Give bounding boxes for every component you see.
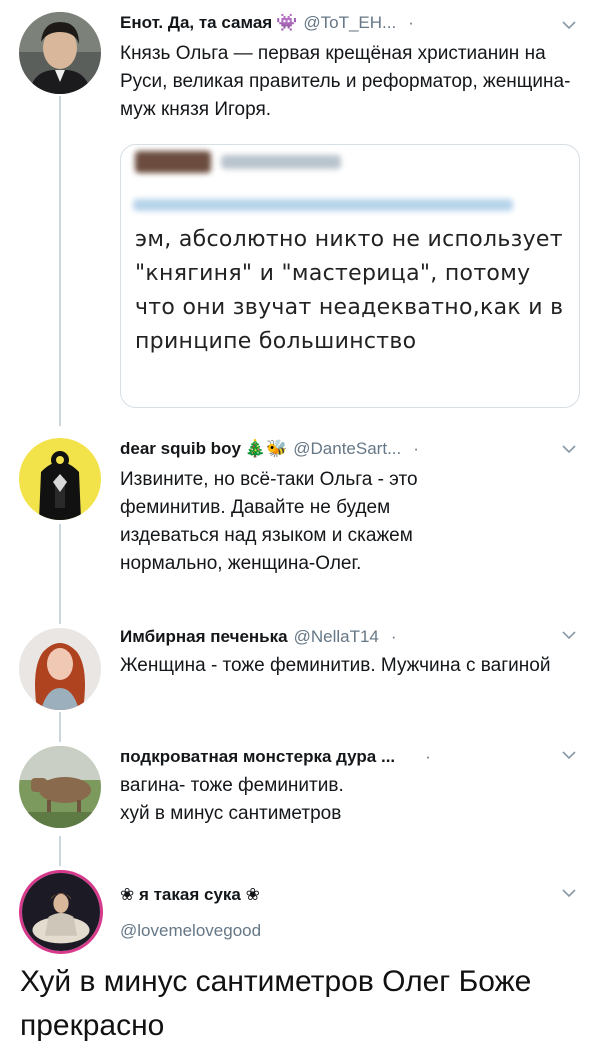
avatar[interactable]: [19, 628, 101, 710]
chevron-down-icon[interactable]: [562, 888, 576, 898]
separator-dot: ·: [413, 439, 419, 458]
tweet-header: Имбирная печенька @NellaT14 ·: [120, 624, 578, 650]
quoted-tweet[interactable]: эм, абсолютно никто не использует "княги…: [120, 144, 580, 408]
tweet[interactable]: dear squib boy 🎄🐝 @DanteSart... · Извини…: [0, 432, 598, 602]
user-handle[interactable]: @NellaT14: [294, 627, 379, 647]
tweet[interactable]: Енот. Да, та самая 👾 @ToT_EH... · Князь …: [0, 6, 598, 408]
avatar[interactable]: [19, 12, 101, 94]
reply-text: Хуй в минус сантиметров Олег Боже прекра…: [20, 965, 532, 1042]
chevron-down-icon[interactable]: [562, 630, 576, 640]
display-name[interactable]: Енот. Да, та самая: [120, 13, 272, 33]
display-name[interactable]: подкроватная монстерка дура ...: [120, 747, 395, 767]
tweet-header: Енот. Да, та самая 👾 @ToT_EH... ·: [120, 10, 578, 36]
display-name[interactable]: dear squib boy: [120, 439, 241, 459]
redacted-line: [133, 199, 513, 211]
avatar-image: [19, 628, 101, 710]
user-handle[interactable]: @ToT_EH...: [303, 13, 396, 33]
tweet[interactable]: подкроватная монстерка дура ... · вагина…: [0, 742, 598, 842]
alien-emoji: 👾: [276, 13, 298, 32]
tweet-text: Князь Ольга — первая крещёная христианин…: [120, 43, 571, 120]
tree-bee-emoji: 🎄🐝: [244, 439, 288, 458]
avatar-image: [19, 438, 101, 520]
avatar[interactable]: [19, 746, 101, 828]
tweet-header: ❀ я такая сука ❀: [120, 882, 578, 908]
separator-dot: ·: [390, 627, 397, 646]
user-handle[interactable]: @DanteSart...: [293, 439, 401, 459]
quoted-text: эм, абсолютно никто не использует "княги…: [135, 227, 564, 354]
tweet-text: Женщина - тоже феминитив. Мужчина с ваги…: [120, 655, 551, 676]
separator-dot: ·: [408, 13, 414, 32]
avatar-image: [22, 873, 100, 951]
redacted-name: [221, 155, 341, 169]
display-name[interactable]: Имбирная печенька: [120, 627, 288, 647]
avatar-image: [19, 746, 101, 828]
avatar[interactable]: [19, 438, 101, 520]
user-handle[interactable]: @lovemelovegood: [120, 921, 261, 941]
handle-row: @lovemelovegood: [120, 918, 578, 944]
tweet-text: вагина- тоже феминитив. хуй в минус сант…: [120, 775, 344, 824]
avatar-image: [19, 12, 101, 94]
chevron-down-icon[interactable]: [562, 444, 576, 454]
display-name[interactable]: ❀ я такая сука ❀: [120, 885, 260, 905]
chevron-down-icon[interactable]: [562, 750, 576, 760]
redacted-avatar: [135, 151, 211, 173]
chevron-down-icon[interactable]: [562, 20, 576, 30]
separator-dot: ·: [425, 747, 431, 766]
tweet-header: dear squib boy 🎄🐝 @DanteSart... ·: [120, 436, 578, 462]
tweet[interactable]: ❀ я такая сука ❀ @lovemelovegood: [0, 868, 598, 954]
avatar[interactable]: [19, 870, 103, 954]
tweet-header: подкроватная монстерка дура ... ·: [120, 744, 578, 770]
tweet-text: Извините, но всё-таки Ольга - это фемини…: [120, 469, 418, 574]
tweet[interactable]: Имбирная печенька @NellaT14 · Женщина - …: [0, 622, 598, 722]
